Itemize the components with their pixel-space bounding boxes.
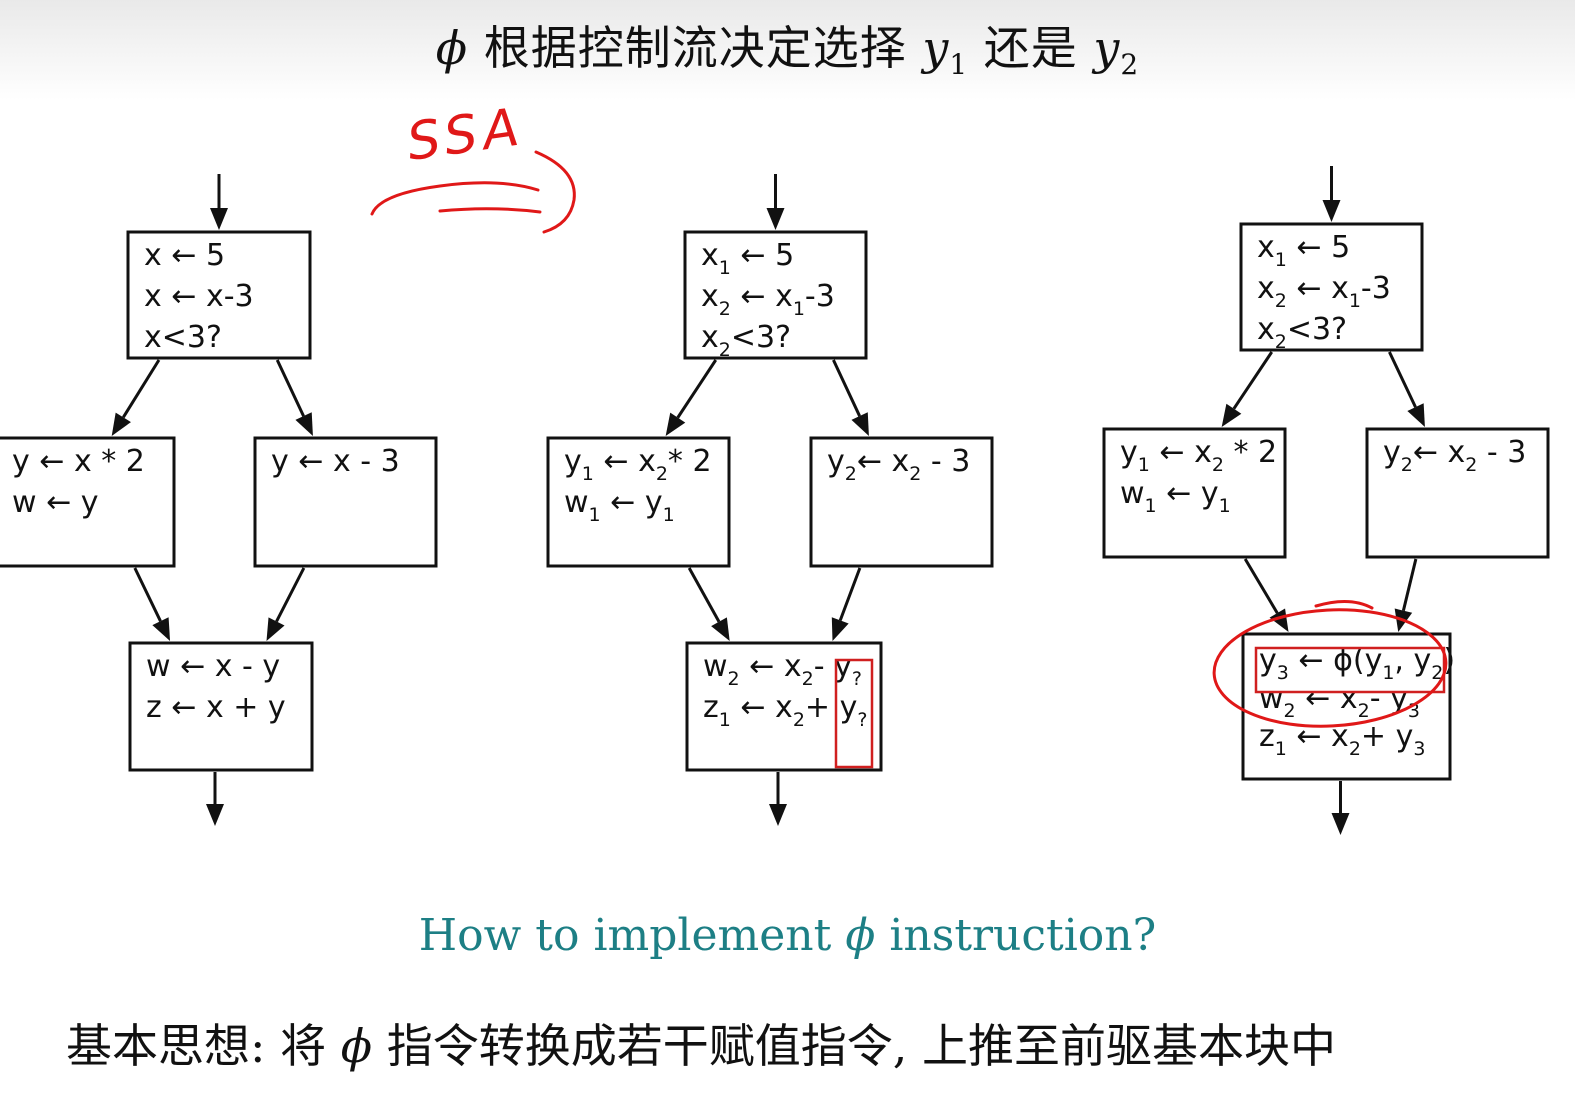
idea-phi: ϕ	[340, 1019, 373, 1073]
cfg2-edge-left-join	[687, 567, 721, 623]
cfg1-join-stmt: w ← x - y	[146, 649, 280, 684]
cfg3-entry-stmt: x1​ ← 5	[1257, 230, 1350, 271]
cfg2-entry-stmt: x2​<3?	[701, 320, 791, 361]
phi-handwritten-tick	[1314, 600, 1374, 610]
ssa-handwritten-label: SSA	[403, 97, 528, 173]
cfg2-edge-right-join	[838, 567, 862, 621]
cfg1-edge-entry-left	[122, 359, 161, 419]
cfg3-edge-right-join	[1401, 558, 1418, 611]
cfg3-edge-left-join	[1243, 558, 1279, 614]
cfg1-entry-stmt: x<3?	[144, 320, 222, 355]
cfg3-exit-arrow-head	[1331, 813, 1350, 835]
cfg1-join-stmt: z ← x + y	[146, 690, 286, 725]
cfg1-edge-right-join	[275, 567, 306, 623]
idea-text: 基本思想: 将 ϕ 指令转换成若干赋值指令, 上推至前驱基本块中	[66, 1019, 1336, 1073]
cfg1-edge-left-join	[133, 567, 162, 622]
cfg3-edge-entry-right	[1388, 351, 1417, 408]
cfg1-exit-arrow-head	[206, 804, 224, 826]
cfg2-edge-entry-right-head	[851, 412, 869, 436]
cfg1-edge-entry-right-head	[295, 412, 313, 436]
cfg2-join-stmt: w2​ ← x2​- y?​	[703, 649, 862, 690]
cfg2-edge-left-join-head	[711, 617, 730, 641]
cfg3-left-stmt: w1​ ← y1​	[1120, 476, 1231, 517]
cfg3-edge-entry-left	[1232, 351, 1274, 410]
cfg1-edge-entry-right	[275, 359, 305, 417]
cfg1-entry-arrow-head	[210, 208, 228, 230]
cfg1-left-stmt: w ← y	[12, 485, 99, 520]
cfg3-entry-stmt: x2​<3?	[1257, 312, 1347, 353]
question-text: How to implement ϕ instruction?	[418, 910, 1157, 961]
cfg2-edge-entry-left	[676, 359, 718, 419]
ssa-arrow-head	[534, 150, 576, 234]
cfg3-entry-arrow-head	[1322, 200, 1341, 222]
cfg2-exit-arrow-head	[769, 804, 787, 826]
cfg3-join-stmt: w2​ ← x2​- y3​	[1259, 681, 1420, 722]
cfg2-edge-entry-left-head	[665, 412, 686, 436]
cfg1-edge-entry-left-head	[111, 412, 131, 436]
question-phi: ϕ	[845, 910, 876, 961]
ssa-arrow-stroke-lower	[438, 207, 542, 214]
cfg2-entry-stmt: x1​ ← 5	[701, 238, 794, 279]
cfg2-entry-arrow-head	[766, 208, 785, 230]
cfg1-right-stmt: y ← x - 3	[271, 444, 400, 479]
cfg1-left-stmt: y ← x * 2	[12, 444, 145, 479]
cfg2-left-stmt: w1​ ← y1​	[564, 485, 675, 526]
cfg1-entry-stmt: x ← 5	[144, 238, 225, 273]
cfg2-edge-right-join-head	[831, 617, 849, 641]
cfg1-entry-stmt: x ← x-3	[144, 279, 254, 314]
cfg3-edge-entry-left-head	[1221, 403, 1242, 427]
cfg3-edge-entry-right-head	[1407, 403, 1425, 427]
cfg2-edge-entry-right	[832, 359, 861, 417]
